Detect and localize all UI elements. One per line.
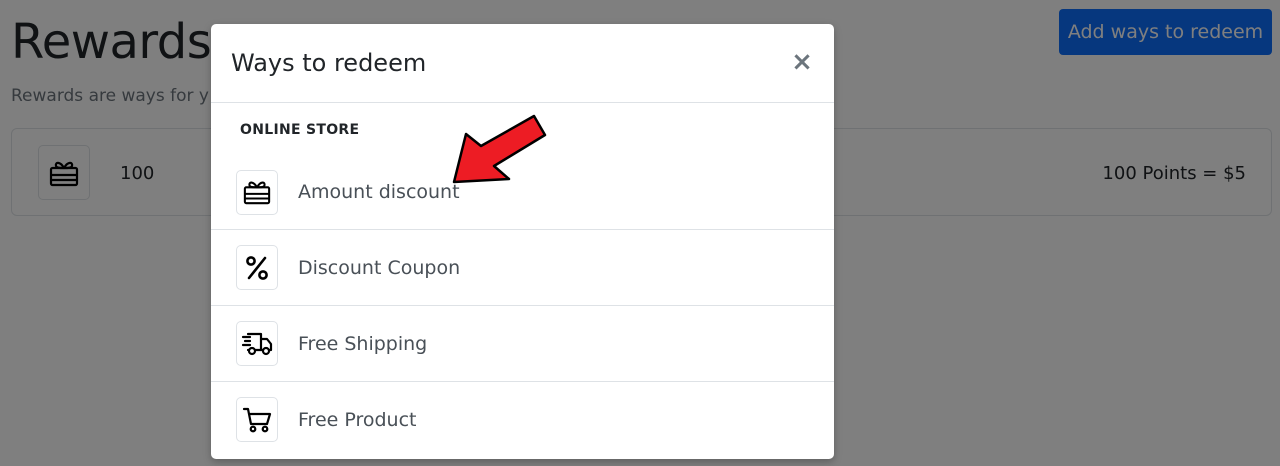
modal-title: Ways to redeem: [231, 49, 427, 77]
option-free-shipping[interactable]: Free Shipping: [211, 305, 834, 381]
option-label: Amount discount: [298, 181, 460, 203]
option-label: Free Shipping: [298, 332, 428, 355]
option-label: Discount Coupon: [298, 256, 461, 279]
option-label: Free Product: [298, 408, 417, 431]
annotation-arrow-icon: [452, 114, 547, 184]
section-label: ONLINE STORE: [240, 122, 360, 138]
truck-icon: [236, 321, 278, 366]
gift-icon: [236, 169, 278, 215]
close-icon[interactable]: ×: [790, 47, 814, 77]
option-free-product[interactable]: Free Product: [211, 381, 834, 457]
cart-icon: [236, 397, 278, 442]
percent-icon: [236, 245, 278, 290]
modal-header: Ways to redeem ×: [211, 24, 834, 103]
rewards-page: Rewards Rewards are ways for y Add ways …: [0, 0, 1280, 466]
ways-to-redeem-modal: Ways to redeem × ONLINE STORE Amount dis…: [211, 24, 834, 459]
option-discount-coupon[interactable]: Discount Coupon: [211, 229, 834, 305]
